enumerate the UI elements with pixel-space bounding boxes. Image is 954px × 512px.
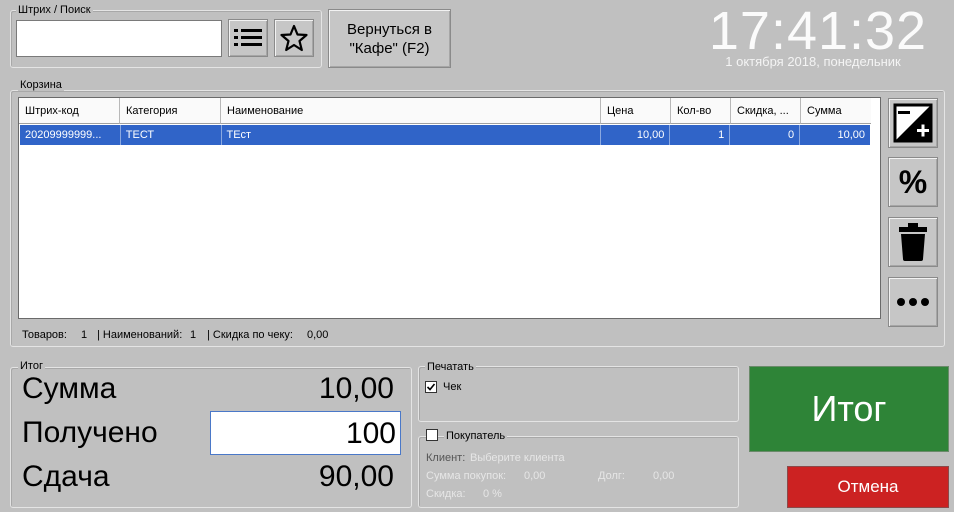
cart-group-label: Корзина [18,79,64,91]
cancel-button[interactable]: Отмена [787,466,949,508]
received-label: Получено [22,416,158,449]
discount-button[interactable]: % [888,157,938,207]
client-label: Клиент: [426,452,466,464]
delete-button[interactable] [888,217,938,267]
status-goods-label: Товаров: [22,329,67,341]
checkmark-icon [426,383,436,391]
search-input[interactable] [16,20,222,57]
favorites-button[interactable] [274,19,314,57]
change-value: 90,00 [318,460,394,493]
cell-category: ТЕСТ [121,125,222,145]
total-button[interactable]: Итог [749,366,949,452]
back-to-cafe-label: Вернуться в "Кафе" (F2) [347,20,432,57]
cell-price: 10,00 [601,125,671,145]
print-group-label: Печатать [425,361,476,373]
sum-label: Сумма [22,372,117,405]
column-header-category[interactable]: Категория [120,98,221,124]
search-group-label: Штрих / Поиск [16,4,93,16]
status-discount-value: 0,00 [307,329,329,341]
cart-table-header: Штрих-код Категория Наименование Цена Ко… [19,98,880,124]
column-header-barcode[interactable]: Штрих-код [19,98,120,124]
clock-time: 17:41:32 [708,1,928,61]
debt-value: 0,00 [653,470,675,482]
edit-quantity-button[interactable] [888,98,938,148]
status-names-label: | Наименований: [97,329,183,341]
customer-checkbox[interactable] [426,429,438,441]
debt-label: Долг: [598,470,625,482]
list-button[interactable] [228,19,268,57]
purchases-label: Сумма покупок: [426,470,507,482]
cell-sum: 10,00 [837,129,865,141]
total-button-label: Итог [811,388,887,429]
quantity-plus-icon [893,103,933,143]
column-header-qty[interactable]: Кол-во [671,98,731,124]
cart-table[interactable]: Штрих-код Категория Наименование Цена Ко… [18,97,881,319]
customer-discount-value: 0 % [483,488,502,500]
status-goods-value: 1 [81,329,88,341]
receipt-checkbox-label: Чек [443,381,462,393]
received-input[interactable]: 100 [210,411,401,455]
column-header-sum[interactable]: Сумма [801,98,871,124]
column-header-name[interactable]: Наименование [221,98,601,124]
sum-value: 10,00 [318,372,394,405]
cell-name: ТЕст [222,125,601,145]
received-value: 100 [345,417,396,450]
percent-icon: % [898,163,928,200]
cancel-button-label: Отмена [837,477,899,496]
change-label: Сдача [22,460,110,493]
back-to-cafe-button[interactable]: Вернуться в "Кафе" (F2) [328,9,451,68]
customer-checkbox-label: Покупатель [444,430,508,442]
star-icon [280,24,308,52]
customer-discount-label: Скидка: [426,488,466,500]
table-row[interactable]: 20209999999... ТЕСТ ТЕст 10,00 1 0 10,00 [20,125,870,145]
cell-discount: 0 [730,125,801,145]
clock-date: 1 октября 2018, понедельник [725,54,901,69]
list-icon [234,29,262,46]
totals-group-label: Итог [18,360,45,372]
cell-qty: 1 [670,125,731,145]
status-names-value: 1 [190,329,197,341]
client-value[interactable]: Выберите клиента [470,452,565,464]
column-header-discount[interactable]: Скидка, ... [731,98,801,124]
more-button[interactable] [888,277,938,327]
column-header-price[interactable]: Цена [601,98,671,124]
trash-icon [899,223,927,261]
more-dots-icon [897,298,929,306]
status-discount-label: | Скидка по чеку: [207,329,293,341]
receipt-checkbox[interactable] [425,381,437,393]
purchases-value: 0,00 [524,470,546,482]
print-group [418,366,739,422]
cell-barcode: 20209999999... [20,125,121,145]
